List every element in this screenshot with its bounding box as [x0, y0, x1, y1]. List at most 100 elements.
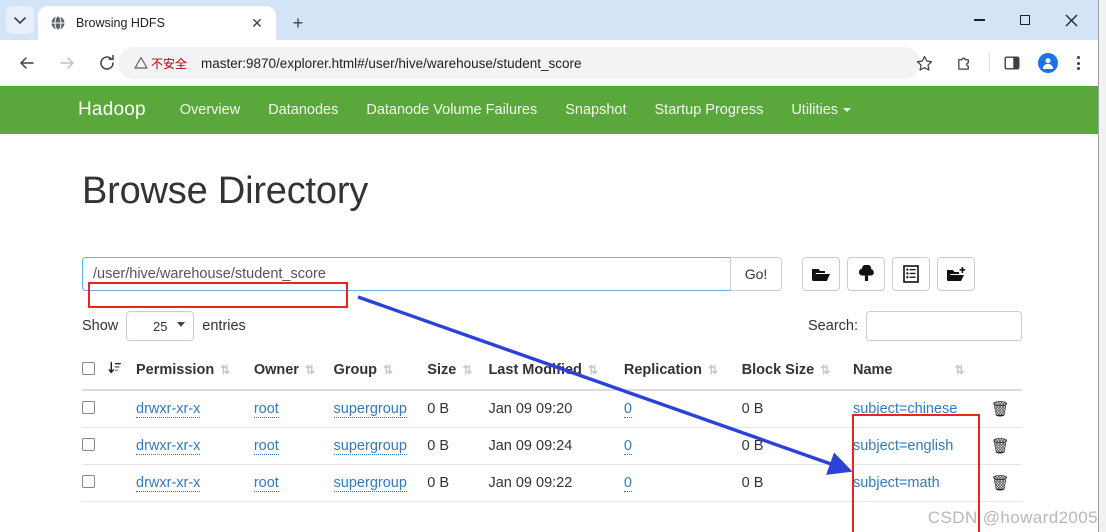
- search-input[interactable]: [866, 311, 1022, 341]
- group-link[interactable]: supergroup: [333, 475, 407, 492]
- new-tab-button[interactable]: +: [284, 9, 312, 37]
- window-close-button[interactable]: [1048, 0, 1094, 40]
- security-status[interactable]: 不安全: [128, 53, 193, 74]
- select-all-checkbox[interactable]: [82, 361, 95, 375]
- column-header-owner[interactable]: Owner ⇅: [253, 355, 334, 391]
- cell-group[interactable]: supergroup: [333, 427, 428, 465]
- tab-title: Browsing HDFS: [76, 16, 165, 30]
- column-label: Name: [852, 362, 893, 378]
- column-header-block-size[interactable]: Block Size ⇅: [741, 355, 853, 391]
- row-checkbox[interactable]: [82, 474, 95, 488]
- path-input[interactable]: /user/hive/warehouse/student_score: [82, 257, 730, 291]
- page-size-select[interactable]: 25: [126, 311, 195, 341]
- replication-link[interactable]: 0: [623, 401, 632, 418]
- owner-link[interactable]: root: [253, 438, 279, 455]
- reload-icon: [100, 54, 114, 70]
- cell-replication[interactable]: 0: [623, 464, 742, 502]
- chrome-menu-button[interactable]: [1062, 47, 1094, 79]
- select-all-header[interactable]: [82, 355, 108, 391]
- go-button[interactable]: Go!: [730, 257, 782, 291]
- cell-group[interactable]: supergroup: [333, 464, 428, 502]
- group-link[interactable]: supergroup: [333, 401, 407, 418]
- permission-link[interactable]: drwxr-xr-x: [136, 475, 201, 492]
- name-link[interactable]: subject=english: [853, 438, 953, 454]
- tab-search-button[interactable]: [6, 6, 34, 34]
- cell-delete[interactable]: 🗑: [990, 464, 1022, 502]
- row-select-cell[interactable]: [82, 427, 108, 465]
- replication-link[interactable]: 0: [623, 475, 632, 492]
- permission-link[interactable]: drwxr-xr-x: [136, 401, 201, 418]
- tab-close-icon[interactable]: ✕: [246, 12, 268, 34]
- upload-button[interactable]: [847, 257, 885, 291]
- navbar-item-startup-progress[interactable]: Startup Progress: [655, 102, 764, 118]
- navbar-item-overview[interactable]: Overview: [180, 102, 240, 118]
- files-table: Permission ⇅ Owner ⇅ Group ⇅ Size ⇅ Last Mod…: [82, 355, 1022, 502]
- trash-icon[interactable]: 🗑: [991, 401, 1010, 418]
- owner-link[interactable]: root: [253, 401, 279, 418]
- owner-link[interactable]: root: [253, 475, 279, 492]
- row-checkbox[interactable]: [82, 437, 95, 451]
- back-button[interactable]: [10, 46, 44, 80]
- row-spacer-cell: [108, 464, 136, 502]
- browser-window: Browsing HDFS ✕ + 不安全 master:9870/explor…: [0, 0, 1098, 532]
- cell-permission[interactable]: drwxr-xr-x: [136, 427, 254, 465]
- cell-size: 0 B: [427, 427, 489, 465]
- cell-group[interactable]: supergroup: [333, 390, 428, 428]
- hadoop-brand[interactable]: Hadoop: [78, 99, 146, 121]
- forward-button[interactable]: [50, 46, 84, 80]
- cell-name[interactable]: subject=math: [852, 464, 991, 502]
- column-header-replication[interactable]: Replication ⇅: [623, 355, 742, 391]
- cell-replication[interactable]: 0: [623, 390, 742, 428]
- trash-icon[interactable]: 🗑: [991, 475, 1010, 492]
- navbar-item-datanode-volume-failures[interactable]: Datanode Volume Failures: [366, 102, 537, 118]
- column-header-last-modified[interactable]: Last Modified ⇅: [488, 355, 624, 391]
- window-maximize-button[interactable]: [1002, 0, 1048, 40]
- table-row[interactable]: drwxr-xr-x root supergroup 0 B Jan 09 09…: [82, 427, 1022, 465]
- address-bar[interactable]: 不安全 master:9870/explorer.html#/user/hive…: [118, 47, 920, 79]
- column-header-name[interactable]: Name ⇅: [852, 355, 991, 391]
- row-sort-header[interactable]: [108, 355, 136, 391]
- cell-name[interactable]: subject=english: [852, 427, 991, 465]
- cell-delete[interactable]: 🗑: [990, 427, 1022, 465]
- column-header-group[interactable]: Group ⇅: [333, 355, 428, 391]
- column-header-permission[interactable]: Permission ⇅: [136, 355, 254, 391]
- cell-owner[interactable]: root: [253, 464, 334, 502]
- cell-name[interactable]: subject=chinese: [852, 390, 991, 428]
- side-panel-button[interactable]: [996, 47, 1028, 79]
- cell-replication[interactable]: 0: [623, 427, 742, 465]
- new-folder-button[interactable]: [937, 257, 975, 291]
- screenshot-root: Browsing HDFS ✕ + 不安全 master:9870/explor…: [0, 0, 1106, 532]
- entries-label: entries: [202, 318, 246, 334]
- bookmark-button[interactable]: [908, 47, 940, 79]
- arrow-right-icon: [60, 57, 74, 69]
- navbar-item-snapshot[interactable]: Snapshot: [565, 102, 626, 118]
- profile-button[interactable]: [1032, 47, 1064, 79]
- table-row[interactable]: drwxr-xr-x root supergroup 0 B Jan 09 09…: [82, 390, 1022, 428]
- window-minimize-button[interactable]: [956, 0, 1002, 40]
- row-select-cell[interactable]: [82, 464, 108, 502]
- column-header-size[interactable]: Size ⇅: [427, 355, 489, 391]
- column-header-actions: [990, 355, 1022, 391]
- cell-permission[interactable]: drwxr-xr-x: [136, 390, 254, 428]
- navbar-item-datanodes[interactable]: Datanodes: [268, 102, 338, 118]
- open-folder-button[interactable]: [802, 257, 840, 291]
- row-select-cell[interactable]: [82, 390, 108, 428]
- trash-icon[interactable]: 🗑: [991, 438, 1010, 455]
- list-button[interactable]: [892, 257, 930, 291]
- cell-delete[interactable]: 🗑: [990, 390, 1022, 428]
- replication-link[interactable]: 0: [623, 438, 632, 455]
- cell-size: 0 B: [427, 464, 489, 502]
- table-row[interactable]: drwxr-xr-x root supergroup 0 B Jan 09 09…: [82, 464, 1022, 502]
- group-link[interactable]: supergroup: [333, 438, 407, 455]
- navbar-item-utilities[interactable]: Utilities: [791, 102, 852, 118]
- permission-link[interactable]: drwxr-xr-x: [136, 438, 201, 455]
- cell-owner[interactable]: root: [253, 390, 334, 428]
- warning-triangle-icon: [134, 56, 148, 69]
- cell-owner[interactable]: root: [253, 427, 334, 465]
- row-checkbox[interactable]: [82, 400, 95, 414]
- extensions-button[interactable]: [948, 47, 980, 79]
- name-link[interactable]: subject=chinese: [853, 401, 957, 417]
- cell-permission[interactable]: drwxr-xr-x: [136, 464, 254, 502]
- name-link[interactable]: subject=math: [853, 475, 940, 491]
- browser-tab[interactable]: Browsing HDFS ✕: [38, 6, 276, 40]
